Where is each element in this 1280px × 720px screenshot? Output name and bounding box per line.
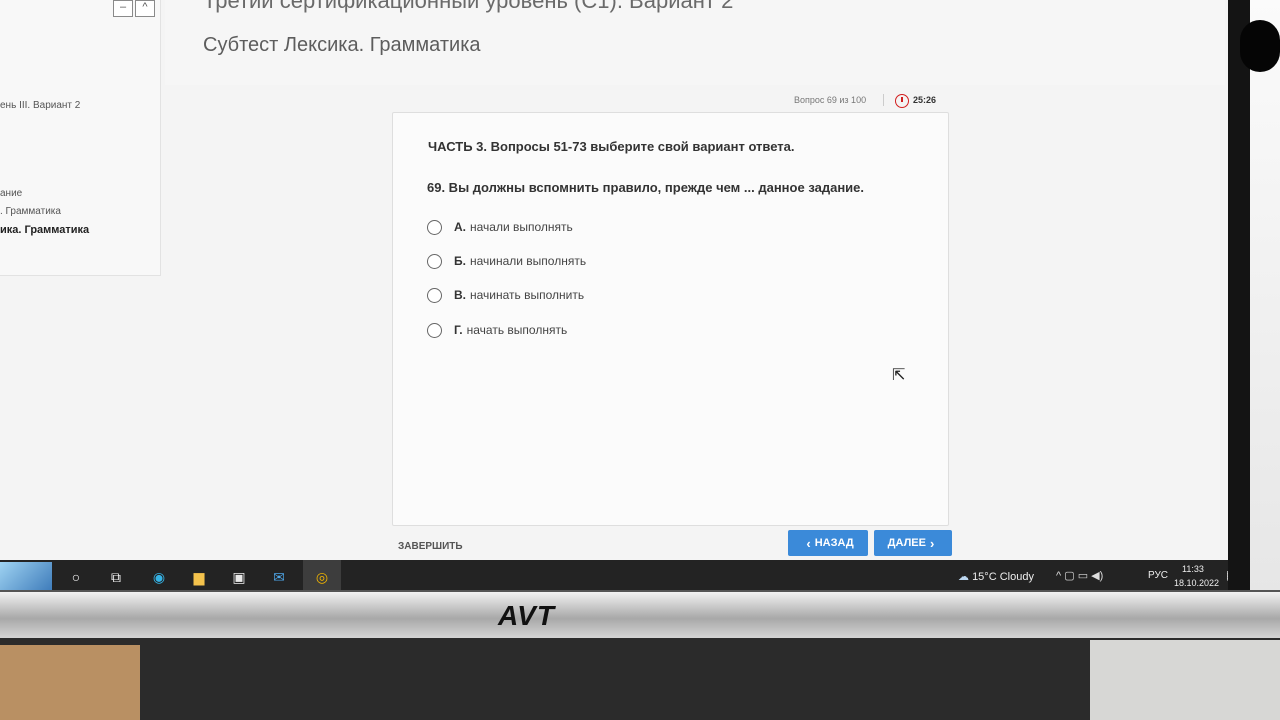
desk xyxy=(0,638,1280,720)
option-text: начали выполнять xyxy=(470,220,573,234)
volume-icon[interactable]: ◀) xyxy=(1091,570,1103,582)
cloud-icon: ☁ xyxy=(958,571,969,583)
finish-button[interactable]: ЗАВЕРШИТЬ xyxy=(398,541,463,552)
chevron-left-icon: ‹ xyxy=(806,535,811,551)
clock-date[interactable]: 18.10.2022 xyxy=(1174,578,1219,588)
store-icon[interactable]: ▣ xyxy=(228,566,250,588)
task-view-icon[interactable]: ⧉ xyxy=(105,566,127,588)
question-counter: Вопрос 69 из 100 xyxy=(794,95,867,105)
timer: 25:26 xyxy=(913,95,937,105)
chevron-right-icon: › xyxy=(929,535,935,551)
file-explorer-icon[interactable]: ▆ xyxy=(188,566,210,588)
subtest-title: Субтест Лексика. Грамматика xyxy=(203,34,481,56)
window-controls: – ^ xyxy=(113,0,155,17)
radio-button[interactable] xyxy=(427,219,442,235)
camera-shadow xyxy=(1240,20,1280,72)
part-heading: ЧАСТЬ 3. Вопросы 51-73 выберите свой вар… xyxy=(428,139,795,154)
option-text: начинать выполнить xyxy=(470,288,585,302)
mail-icon[interactable]: ✉ xyxy=(268,566,290,588)
test-title: Третий сертификационный уровень (С1). Ва… xyxy=(203,0,734,13)
language-indicator[interactable]: РУС xyxy=(1148,570,1168,581)
background-wall xyxy=(1250,0,1280,600)
network-icon[interactable]: ▭ xyxy=(1078,570,1088,582)
question-card xyxy=(392,112,949,526)
radio-button[interactable] xyxy=(427,322,442,338)
sidebar-item-task[interactable]: ание xyxy=(0,188,22,199)
search-circle-icon[interactable]: ○ xyxy=(65,566,87,588)
sidebar: – ^ ень III. Вариант 2 ание . Грамматика… xyxy=(0,0,161,276)
option-letter: Б. xyxy=(454,254,466,268)
option-letter: В. xyxy=(454,288,466,302)
desk-wood xyxy=(0,645,140,720)
edge-icon[interactable]: ◉ xyxy=(148,566,170,588)
radio-button[interactable] xyxy=(427,287,442,303)
option-text: начинали выполнять xyxy=(469,254,587,268)
question-text: 69. Вы должны вспомнить правило, прежде … xyxy=(427,180,865,195)
desk-right-surface xyxy=(1090,640,1280,720)
monitor-brand-logo: AVT xyxy=(498,600,555,631)
screen: Третий сертификационный уровень (С1). Ва… xyxy=(0,0,1250,560)
next-button[interactable]: ДАЛЕЕ › xyxy=(874,530,952,556)
minimize-button[interactable]: – xyxy=(113,0,133,17)
weather-text: 15°C Cloudy xyxy=(972,571,1034,583)
mouse-cursor-icon: ⇱ xyxy=(892,367,906,384)
restore-button[interactable]: ^ xyxy=(135,0,155,17)
system-tray[interactable]: ^ ▢ ▭ ◀) xyxy=(1056,569,1103,582)
chrome-icon[interactable]: ◎ xyxy=(311,566,333,588)
option-letter: Г. xyxy=(454,323,463,337)
answer-option-g[interactable]: Г. начать выполнять xyxy=(427,320,567,340)
option-letter: А. xyxy=(454,220,466,234)
sidebar-item-lexis-grammar[interactable]: ика. Грамматика xyxy=(0,224,89,236)
monitor-chin xyxy=(0,590,1280,640)
clock-time[interactable]: 11:33 xyxy=(1182,564,1204,574)
answer-option-v[interactable]: В. начинать выполнить xyxy=(427,285,584,305)
option-text: начать выполнять xyxy=(466,323,568,337)
tray-apps-icon[interactable]: ▢ xyxy=(1064,570,1074,582)
radio-button[interactable] xyxy=(427,253,442,269)
divider xyxy=(883,94,884,106)
chevron-up-icon[interactable]: ^ xyxy=(1056,570,1061,582)
sidebar-item-variant[interactable]: ень III. Вариант 2 xyxy=(0,100,80,111)
answer-option-b[interactable]: Б. начинали выполнять xyxy=(427,251,586,271)
next-button-label: ДАЛЕЕ xyxy=(887,537,926,549)
weather-widget[interactable]: ☁ 15°C Cloudy xyxy=(958,570,1034,583)
timer-icon xyxy=(895,94,909,108)
answer-option-a[interactable]: А. начали выполнять xyxy=(427,217,573,237)
back-button[interactable]: ‹ НАЗАД xyxy=(788,530,868,556)
back-button-label: НАЗАД xyxy=(814,537,854,549)
sidebar-item-grammar[interactable]: . Грамматика xyxy=(0,206,61,217)
